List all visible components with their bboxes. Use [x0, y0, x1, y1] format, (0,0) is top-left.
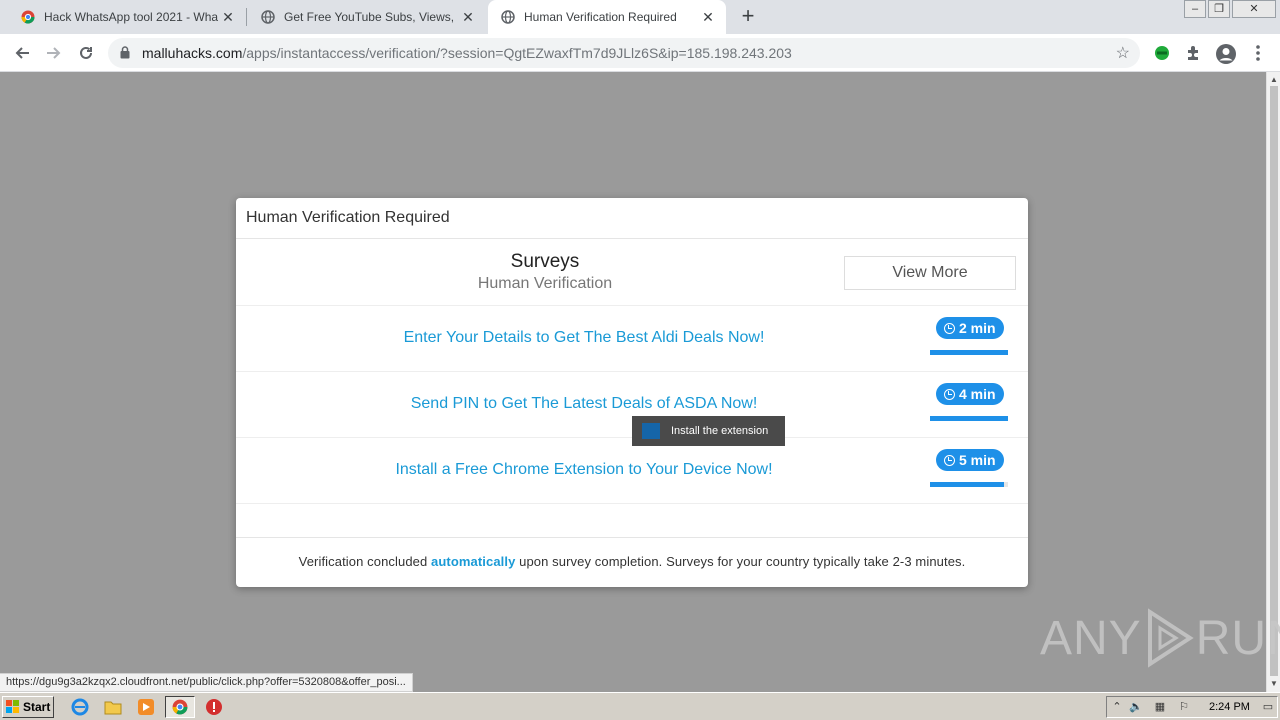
taskbar: Start ⌃ 🔈 ▦ ⚐ 2:24 PM ▭ — [0, 692, 1280, 720]
restore-button[interactable]: ❐ — [1208, 0, 1230, 18]
menu-kebab-icon[interactable] — [1252, 43, 1272, 63]
time-badge: 5 min — [936, 449, 1004, 471]
clock-icon — [944, 322, 955, 334]
watermark-right: RUN — [1195, 611, 1280, 665]
status-bar-url: https://dgu9g3a2kzqx2.cloudfront.net/pub… — [0, 673, 413, 692]
watermark-left: ANY — [1040, 611, 1142, 665]
network-icon[interactable]: ▦ — [1153, 700, 1167, 714]
globe-icon — [260, 9, 276, 25]
play-logo-icon — [1147, 608, 1194, 668]
arrow-right-icon — [47, 47, 61, 59]
start-button[interactable]: Start — [2, 696, 54, 718]
lock-icon[interactable] — [120, 46, 130, 64]
footer-text-bold: automatically — [431, 554, 516, 569]
footer-text-pre: Verification concluded — [298, 554, 432, 569]
modal-footer: Verification concluded automatically upo… — [236, 538, 1028, 584]
url-host: malluhacks.com — [142, 45, 243, 61]
modal-spacer — [236, 504, 1028, 538]
media-player-icon[interactable] — [137, 698, 155, 716]
tab-human-verification[interactable]: Human Verification Required ✕ — [488, 0, 726, 34]
surveys-subtitle: Human Verification — [477, 275, 613, 292]
tab-title: Human Verification Required — [524, 10, 677, 24]
new-tab-button[interactable]: + — [736, 4, 760, 28]
reload-icon — [80, 46, 92, 59]
tooltip: Install the extension — [632, 416, 785, 446]
tab-title: Get Free YouTube Subs, Views, Likes — [284, 10, 458, 24]
tooltip-text: Install the extension — [671, 425, 769, 437]
chrome-logo-icon — [20, 9, 36, 25]
anyrun-watermark: ANY RUN — [1040, 606, 1280, 670]
stop-sign-icon[interactable] — [205, 698, 223, 716]
close-tab-icon[interactable]: ✕ — [698, 9, 718, 26]
progress-fill — [930, 350, 1008, 355]
progress-bar — [930, 350, 1008, 355]
time-badge: 2 min — [936, 317, 1004, 339]
scroll-up-icon[interactable]: ▲ — [1270, 75, 1278, 84]
close-tab-icon[interactable]: ✕ — [218, 9, 238, 26]
tab-separator — [246, 8, 247, 26]
reload-button[interactable] — [74, 41, 98, 65]
internet-explorer-icon[interactable] — [71, 698, 89, 716]
chrome-logo-icon — [172, 699, 188, 715]
action-center-flag-icon[interactable]: ⚐ — [1177, 700, 1191, 714]
back-button[interactable] — [10, 41, 34, 65]
arrow-left-icon — [15, 47, 29, 59]
scroll-down-icon[interactable]: ▼ — [1270, 679, 1278, 688]
time-label: 2 min — [959, 320, 996, 336]
modal-title: Human Verification Required — [236, 198, 1028, 239]
profile-avatar-icon[interactable] — [1215, 43, 1236, 64]
time-badge: 4 min — [936, 383, 1004, 405]
offer-row[interactable]: Enter Your Details to Get The Best Aldi … — [236, 306, 1028, 372]
show-desktop-icon[interactable]: ▭ — [1261, 700, 1275, 714]
surveys-header: Surveys Human Verification View More — [236, 239, 1028, 306]
footer-text-post: upon survey completion. Surveys for your… — [515, 554, 966, 569]
offer-link[interactable]: Send PIN to Get The Latest Deals of ASDA… — [236, 395, 932, 413]
scrollbar-thumb[interactable] — [1270, 86, 1278, 676]
extension-green-icon[interactable] — [1152, 43, 1172, 63]
clock-icon — [944, 388, 955, 400]
globe-icon — [500, 9, 516, 25]
system-tray: ⌃ 🔈 ▦ ⚐ 2:24 PM ▭ — [1106, 696, 1278, 718]
forward-button[interactable] — [42, 41, 66, 65]
browser-toolbar: malluhacks.com/apps/instantaccess/verifi… — [0, 34, 1280, 72]
tab-title: Hack WhatsApp tool 2021 - Whatsap — [44, 10, 218, 24]
progress-fill — [930, 482, 1005, 487]
progress-fill — [930, 416, 1008, 421]
clock-icon — [944, 454, 955, 466]
bookmark-star-icon[interactable]: ☆ — [1116, 43, 1130, 63]
vertical-scrollbar[interactable]: ▲ ▼ — [1266, 72, 1280, 692]
start-label: Start — [23, 700, 51, 714]
offer-link[interactable]: Enter Your Details to Get The Best Aldi … — [236, 329, 932, 347]
surveys-title: Surveys — [510, 251, 580, 272]
close-tab-icon[interactable]: ✕ — [458, 9, 478, 26]
windows-logo-icon — [6, 700, 19, 713]
view-more-button[interactable]: View More — [844, 256, 1016, 290]
progress-bar — [930, 482, 1008, 487]
url-text: malluhacks.com/apps/instantaccess/verifi… — [142, 45, 792, 61]
offer-row[interactable]: Install a Free Chrome Extension to Your … — [236, 438, 1028, 504]
verification-modal: Human Verification Required Surveys Huma… — [236, 198, 1028, 587]
folder-icon[interactable] — [104, 698, 122, 716]
chrome-taskbar-button[interactable] — [165, 696, 195, 718]
offer-link[interactable]: Install a Free Chrome Extension to Your … — [236, 461, 932, 479]
extensions-puzzle-icon[interactable] — [1184, 43, 1204, 63]
url-path: /apps/instantaccess/verification/?sessio… — [242, 45, 792, 61]
clock: 2:24 PM — [1209, 701, 1250, 713]
address-bar[interactable]: malluhacks.com/apps/instantaccess/verifi… — [108, 38, 1140, 68]
progress-bar — [930, 416, 1008, 421]
tab-youtube-subs[interactable]: Get Free YouTube Subs, Views, Likes ✕ — [248, 0, 486, 34]
tab-strip: Hack WhatsApp tool 2021 - Whatsap ✕ Get … — [0, 0, 1280, 34]
tab-hack-whatsapp[interactable]: Hack WhatsApp tool 2021 - Whatsap ✕ — [0, 0, 246, 34]
time-label: 5 min — [959, 452, 996, 468]
minimize-button[interactable]: – — [1184, 0, 1206, 18]
tray-expand-icon[interactable]: ⌃ — [1110, 700, 1124, 714]
extension-thumbnail-icon — [642, 423, 660, 439]
volume-icon[interactable]: 🔈 — [1129, 700, 1143, 714]
close-window-button[interactable]: ✕ — [1232, 0, 1276, 18]
time-label: 4 min — [959, 386, 996, 402]
